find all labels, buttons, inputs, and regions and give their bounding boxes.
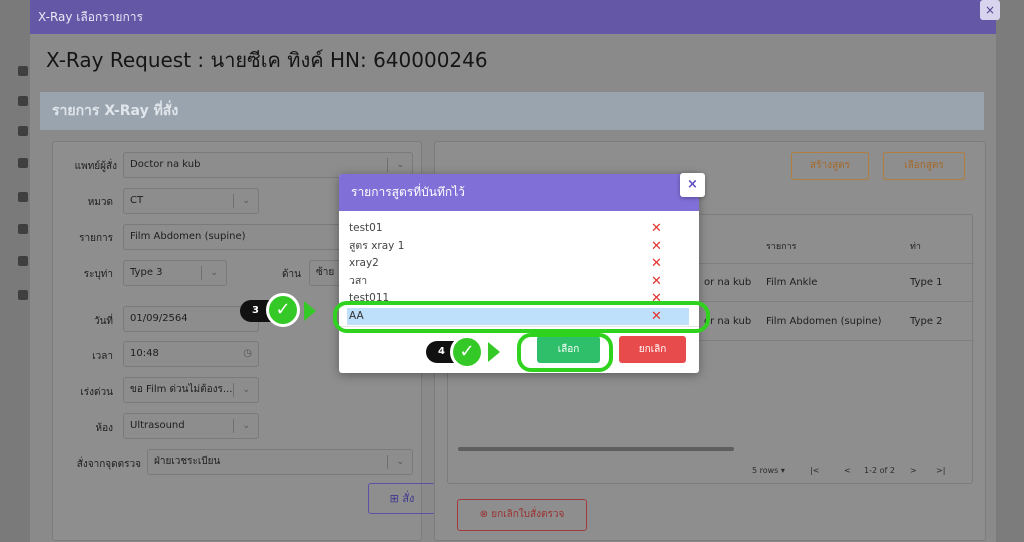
modal-close-button[interactable]: × bbox=[680, 173, 705, 197]
cancel-circle-icon: ⊗ bbox=[479, 509, 489, 520]
table-cell-item: Film Ankle bbox=[766, 277, 818, 288]
add-order-button[interactable]: ⊞ สั่ง bbox=[368, 483, 436, 514]
date-value: 01/09/2564 bbox=[130, 313, 188, 324]
select-formula-button[interactable]: เลือกสูตร bbox=[883, 152, 965, 180]
cancel-button[interactable]: ยกเลิก bbox=[619, 336, 686, 363]
side-value: ซ้าย bbox=[316, 267, 335, 278]
from-point-value: ฝ่ายเวชระเบียน bbox=[154, 456, 221, 467]
cancel-order-label: ยกเลิกใบสั่งตรวจ bbox=[491, 509, 565, 520]
table-cell-item: Film Abdomen (supine) bbox=[766, 316, 882, 327]
table-cell-pose: Type 2 bbox=[910, 316, 943, 327]
last-page-icon[interactable]: >| bbox=[936, 466, 945, 475]
room-value: Ultrasound bbox=[130, 420, 185, 431]
formula-name: xray2 bbox=[349, 257, 379, 269]
formula-name: test01 bbox=[349, 222, 383, 234]
check-icon: ✓ bbox=[450, 335, 484, 369]
table-cell-doctor: or na kub bbox=[704, 277, 752, 288]
arrow-icon bbox=[488, 342, 500, 362]
rows-per-page-value: 5 rows bbox=[752, 466, 779, 475]
urgency-label: เร่งด่วน bbox=[80, 387, 113, 398]
highlight-ring-selected-item bbox=[333, 301, 710, 333]
chevron-down-icon: ⌄ bbox=[242, 385, 250, 395]
chevron-down-icon: ⌄ bbox=[242, 196, 250, 206]
date-label: วันที่ bbox=[93, 316, 113, 327]
table-cell-doctor: or na kub bbox=[704, 316, 752, 327]
pose-value: Type 3 bbox=[130, 267, 163, 278]
column-header-item: รายการ bbox=[766, 242, 797, 252]
list-item[interactable]: วสา ✕ bbox=[347, 273, 689, 291]
room-label: ห้อง bbox=[95, 423, 113, 434]
window-close-button[interactable]: × bbox=[980, 0, 1000, 20]
list-item[interactable]: test01 ✕ bbox=[347, 220, 689, 238]
urgency-value: ขอ Film ด่วนไม่ต้องร... bbox=[130, 384, 233, 395]
pose-select[interactable]: Type 3 ⌄ bbox=[123, 260, 227, 286]
stethoscope-icon bbox=[18, 158, 28, 168]
delete-icon[interactable]: ✕ bbox=[651, 273, 662, 290]
horizontal-scrollbar[interactable] bbox=[458, 447, 734, 451]
arrow-icon bbox=[304, 301, 316, 321]
pill-icon bbox=[18, 256, 28, 266]
add-order-label: สั่ง bbox=[402, 492, 415, 505]
background-sidebar bbox=[0, 0, 30, 542]
page-range: 1-2 of 2 bbox=[864, 466, 895, 475]
bed-icon bbox=[18, 126, 28, 136]
time-value: 10:48 bbox=[130, 348, 159, 359]
date-field[interactable]: 01/09/2564 bbox=[123, 306, 259, 332]
room-select[interactable]: Ultrasound ⌄ bbox=[123, 413, 259, 439]
formula-name: วสา bbox=[349, 274, 368, 287]
page-title: X-Ray Request : นายซีเค ทิงค์ HN: 640000… bbox=[46, 48, 488, 72]
chevron-down-icon: ⌄ bbox=[210, 268, 218, 278]
highlight-ring-select-button bbox=[517, 333, 613, 372]
next-page-icon[interactable]: > bbox=[910, 466, 917, 475]
list-item[interactable]: xray2 ✕ bbox=[347, 255, 689, 273]
category-value: CT bbox=[130, 195, 144, 206]
doctor-value: Doctor na kub bbox=[130, 159, 201, 170]
column-header-pose: ท่า bbox=[910, 242, 921, 252]
tooth-icon bbox=[18, 224, 28, 234]
from-point-select[interactable]: ฝ่ายเวชระเบียน ⌄ bbox=[147, 449, 413, 475]
table-cell-pose: Type 1 bbox=[910, 277, 943, 288]
plus-icon bbox=[18, 192, 28, 202]
prev-page-icon[interactable]: < bbox=[844, 466, 851, 475]
rows-per-page-select[interactable]: 5 rows ▾ bbox=[752, 466, 785, 475]
background-right bbox=[996, 0, 1024, 542]
check-icon: ✓ bbox=[266, 293, 300, 327]
chevron-down-icon: ⌄ bbox=[396, 457, 404, 467]
clock-icon bbox=[18, 66, 28, 76]
pose-label: ระบุท่า bbox=[83, 269, 113, 280]
delete-icon[interactable]: ✕ bbox=[651, 238, 662, 255]
time-field[interactable]: 10:48 ◷ bbox=[123, 341, 259, 367]
first-page-icon[interactable]: |< bbox=[810, 466, 819, 475]
category-label: หมวด bbox=[87, 197, 113, 208]
item-value: Film Abdomen (supine) bbox=[130, 231, 246, 242]
window-title: X-Ray เลือกรายการ bbox=[30, 0, 996, 34]
cancel-order-button[interactable]: ⊗ ยกเลิกใบสั่งตรวจ bbox=[457, 499, 587, 531]
modal-title: รายการสูตรที่บันทึกไว้ bbox=[339, 174, 699, 211]
item-label: รายการ bbox=[79, 233, 113, 244]
list-item[interactable]: สูตร xray 1 ✕ bbox=[347, 238, 689, 256]
section-title: รายการ X-Ray ที่สั่ง bbox=[40, 92, 984, 130]
category-select[interactable]: CT ⌄ bbox=[123, 188, 259, 214]
add-icon: ⊞ bbox=[389, 492, 399, 505]
delete-icon[interactable]: ✕ bbox=[651, 255, 662, 272]
doctor-label: แพทย์ผู้สั่ง bbox=[74, 161, 117, 172]
delete-icon[interactable]: ✕ bbox=[651, 220, 662, 237]
time-label: เวลา bbox=[92, 351, 113, 362]
urgency-select[interactable]: ขอ Film ด่วนไม่ต้องร... ⌄ bbox=[123, 377, 259, 403]
create-formula-button[interactable]: สร้างสูตร bbox=[791, 152, 869, 180]
formula-name: สูตร xray 1 bbox=[349, 239, 405, 252]
chevron-down-icon: ⌄ bbox=[242, 421, 250, 431]
side-label: ด้าน bbox=[282, 269, 301, 280]
clock-icon: ◷ bbox=[243, 348, 252, 359]
heart-icon bbox=[18, 290, 28, 300]
person-icon bbox=[18, 96, 28, 106]
from-point-label: สั่งจากจุดตรวจ bbox=[76, 459, 141, 470]
